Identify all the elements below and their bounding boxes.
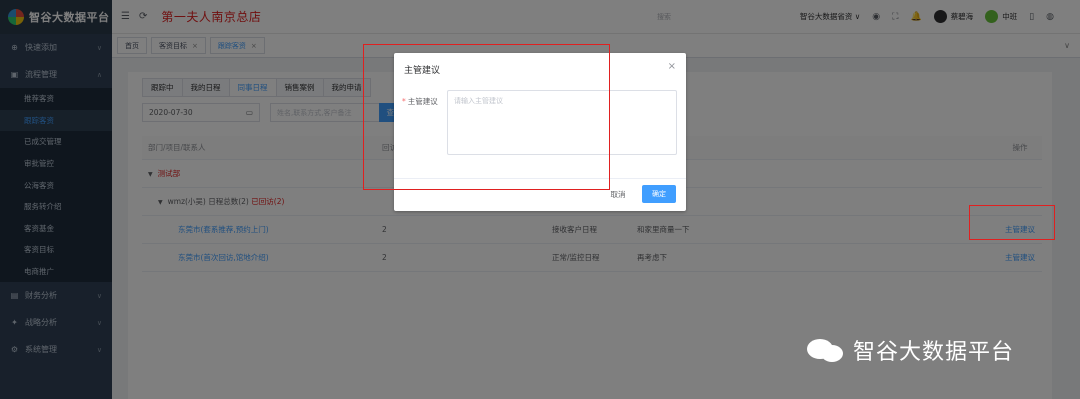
highlight-box-dialog [363,44,610,190]
watermark: 智谷大数据平台 [807,334,1014,366]
confirm-button[interactable]: 确定 [642,185,676,203]
wechat-icon [807,337,847,363]
close-icon[interactable]: × [668,61,676,72]
watermark-text: 智谷大数据平台 [853,340,1015,365]
highlight-box-action [969,205,1055,240]
